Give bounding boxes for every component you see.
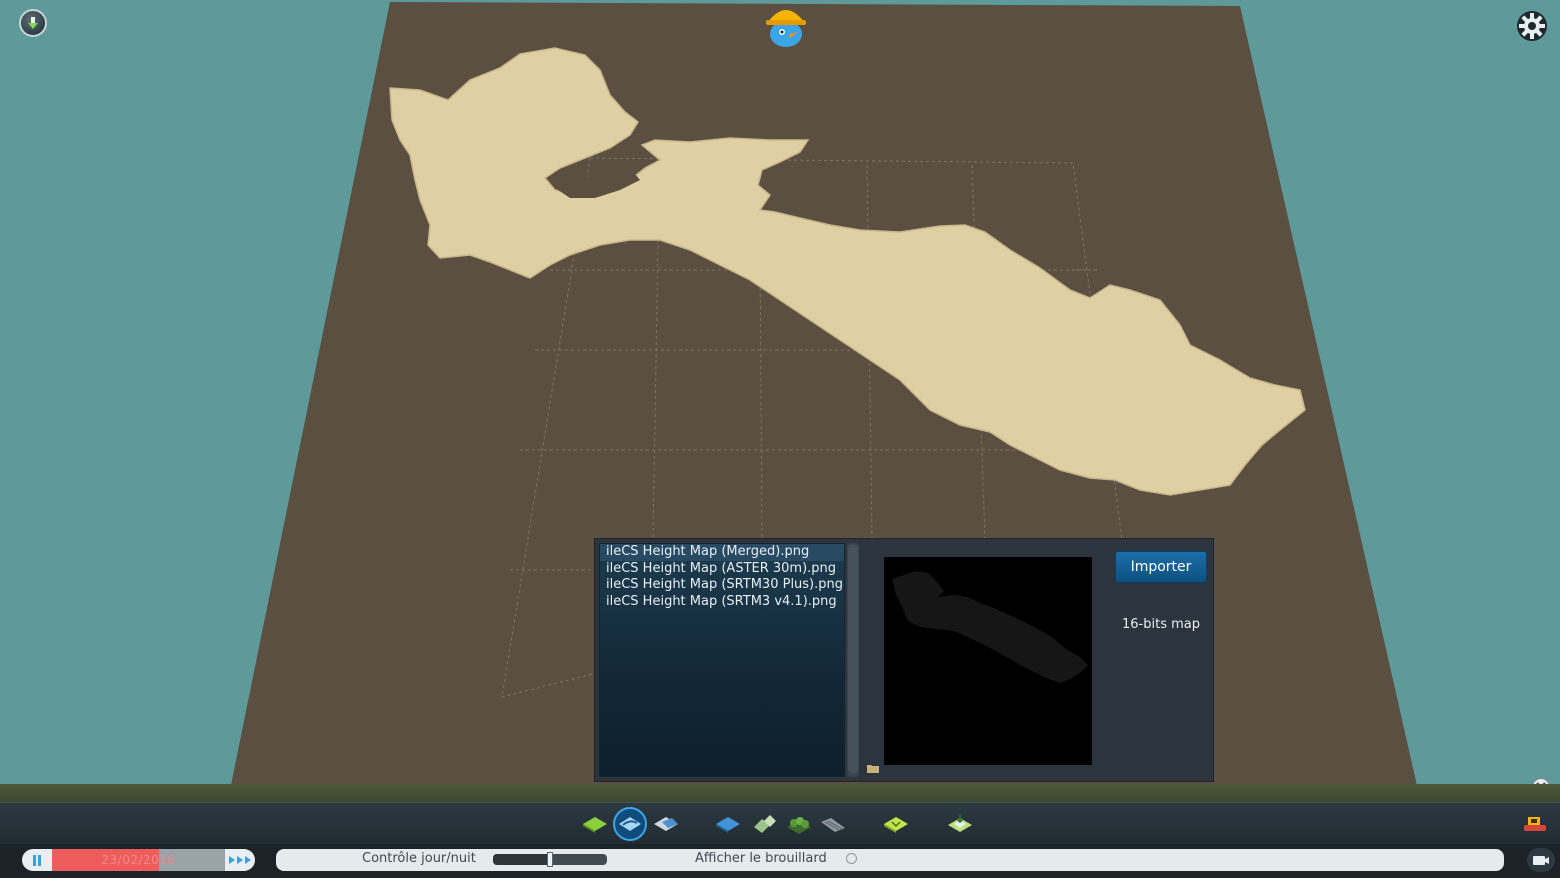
terrain-level-button[interactable] [651, 809, 681, 839]
import-button[interactable]: Importer [1115, 551, 1207, 583]
file-list-item[interactable]: ileCS Height Map (ASTER 30m).png [600, 561, 844, 578]
file-list-item[interactable]: ileCS Height Map (SRTM3 v4.1).png [600, 594, 844, 611]
tree-icon [787, 817, 811, 834]
milestone-unlock-button[interactable] [19, 9, 47, 37]
pause-icon [33, 854, 41, 866]
heightmap-icon [948, 814, 972, 832]
pause-button[interactable] [22, 849, 52, 871]
water-icon [716, 817, 740, 833]
time-control-panel: 23/02/2016 [22, 849, 255, 871]
chirper-bird-icon [766, 10, 806, 47]
map-settings-button[interactable] [881, 809, 911, 839]
map-editor-toolbar [0, 802, 1560, 845]
water-tool-button[interactable] [713, 809, 743, 839]
ore-icon [754, 815, 776, 833]
bit-depth-label: 16-bits map [1122, 617, 1200, 632]
heightmap-import-panel: ileCS Height Map (Merged).png ileCS Heig… [594, 538, 1214, 782]
terrain-level-icon [654, 817, 678, 831]
file-list-item[interactable]: ileCS Height Map (SRTM30 Plus).png [600, 577, 844, 594]
file-list-item[interactable]: ileCS Height Map (Merged).png [600, 544, 844, 561]
fog-label: Afficher le brouillard [695, 851, 827, 866]
camera-icon [1533, 856, 1549, 865]
daynight-slider-fill [493, 854, 550, 865]
download-arrow-icon [28, 17, 38, 29]
ditch-tool-button[interactable] [613, 807, 647, 841]
game-date: 23/02/2016 [101, 853, 176, 867]
chirper-button[interactable] [760, 0, 812, 52]
fast-forward-icon [229, 856, 251, 864]
screenshot-button[interactable] [1527, 848, 1555, 872]
fog-toggle[interactable] [846, 853, 857, 864]
toolbar-top-strip [0, 784, 1560, 802]
daynight-slider-thumb[interactable] [547, 852, 553, 867]
speed-button[interactable] [225, 849, 255, 871]
heightmap-import-button[interactable] [945, 809, 975, 839]
gear-icon [1517, 11, 1547, 41]
daynight-label: Contrôle jour/nuit [362, 851, 476, 866]
folder-icon[interactable] [867, 764, 879, 773]
file-list-scrollbar[interactable] [847, 543, 859, 777]
heightmap-preview-image [892, 571, 1088, 683]
heightmap-file-list[interactable]: ileCS Height Map (Merged).png ileCS Heig… [599, 543, 845, 777]
rock-icon [821, 818, 845, 832]
terrain-ditch-icon [619, 817, 641, 831]
ore-resource-button[interactable] [749, 809, 779, 839]
bulldozer-button[interactable] [1520, 808, 1550, 838]
bulldozer-icon [1524, 817, 1546, 831]
info-bar: Contrôle jour/nuit Afficher le brouillar… [276, 849, 1504, 871]
rocks-button[interactable] [818, 809, 848, 839]
trees-button[interactable] [784, 809, 814, 839]
terrain-raise-icon [583, 817, 607, 833]
daynight-slider[interactable] [493, 852, 607, 867]
heightmap-preview [884, 557, 1092, 765]
settings-button[interactable] [1512, 6, 1552, 46]
scrollbar-thumb[interactable] [848, 545, 858, 773]
map-icon [884, 817, 908, 833]
date-progress-bar: 23/02/2016 [52, 849, 225, 871]
landscaping-tool-button[interactable] [580, 809, 610, 839]
